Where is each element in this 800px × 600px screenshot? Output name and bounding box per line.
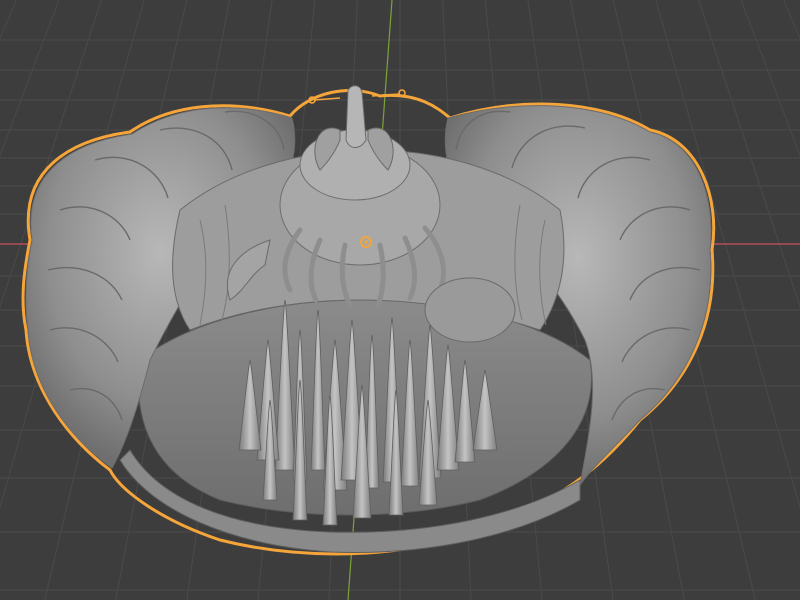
viewport-scene[interactable]: [0, 0, 800, 600]
3d-viewport[interactable]: [0, 0, 800, 600]
selected-mesh-object[interactable]: [21, 85, 716, 556]
